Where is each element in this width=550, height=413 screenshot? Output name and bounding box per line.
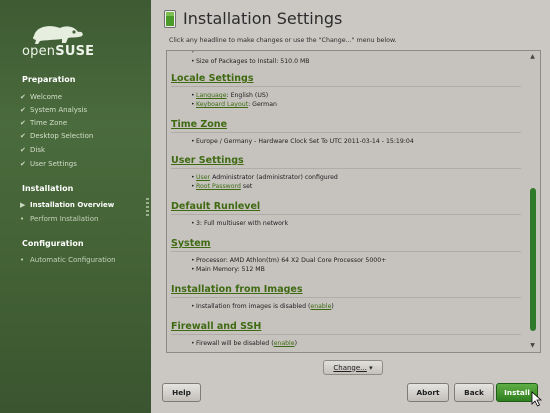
divider: [171, 297, 521, 298]
link-enable-images[interactable]: enable: [310, 303, 331, 310]
list-item: Processor: AMD Athlon(tm) 64 X2 Dual Cor…: [171, 256, 523, 265]
section-user-settings: User Settings User Administrator (admini…: [171, 155, 523, 191]
step-perform-installation: • Perform Installation: [20, 215, 99, 223]
step-system-analysis: ✔ System Analysis: [20, 106, 88, 114]
step-desktop-selection: ✔ Desktop Selection: [20, 132, 94, 140]
section-default-runlevel: Default Runlevel 3: Full multiuser with …: [171, 201, 523, 228]
heading-firewall-ssh[interactable]: Firewall and SSH: [171, 321, 523, 333]
page-subtitle: Click any headline to make changes or us…: [169, 37, 397, 44]
divider: [171, 251, 521, 252]
scrollbar-thumb[interactable]: [530, 188, 536, 331]
arrow-right-icon: ▶: [20, 201, 26, 209]
help-button[interactable]: Help: [162, 383, 201, 402]
divider: [171, 214, 521, 215]
checkmark-icon: ✔: [20, 132, 26, 140]
back-button[interactable]: Back: [454, 383, 494, 402]
bullet-icon: •: [20, 215, 25, 223]
heading-locale-settings[interactable]: Locale Settings: [171, 73, 523, 85]
checkmark-icon: ✔: [20, 119, 26, 127]
step-disk: ✔ Disk: [20, 146, 46, 154]
section-title-installation: Installation: [22, 184, 74, 193]
section-title-configuration: Configuration: [22, 239, 84, 248]
checkmark-icon: ✔: [20, 93, 26, 101]
heading-user-settings[interactable]: User Settings: [171, 155, 523, 167]
list-item: 3: Full multiuser with network: [171, 219, 523, 228]
section-system: System Processor: AMD Athlon(tm) 64 X2 D…: [171, 238, 523, 274]
heading-system[interactable]: System: [171, 238, 523, 250]
checkmark-icon: ✔: [20, 106, 26, 114]
step-user-settings: ✔ User Settings: [20, 160, 77, 168]
sidebar: openSUSE Preparation ✔ Welcome ✔ System An…: [0, 0, 151, 413]
step-automatic-configuration: • Automatic Configuration: [20, 256, 116, 264]
step-installation-overview: ▶ Installation Overview: [20, 201, 115, 209]
step-time-zone: ✔ Time Zone: [20, 119, 68, 127]
main-area: Installation Settings Click any headline…: [151, 0, 550, 413]
list-item: Installation from images is disabled (en…: [171, 302, 523, 311]
sidebar-resize-handle[interactable]: [146, 198, 149, 216]
link-language[interactable]: Language: [196, 92, 227, 99]
section-locale-settings: Locale Settings Language: English (US) K…: [171, 73, 523, 109]
heading-installation-from-images[interactable]: Installation from Images: [171, 284, 523, 296]
section-firewall-ssh: Firewall and SSH Firewall will be disabl…: [171, 321, 523, 348]
list-item: Main Memory: 512 MB: [171, 265, 523, 274]
section-installation-from-images: Installation from Images Installation fr…: [171, 284, 523, 311]
divider: [171, 132, 521, 133]
change-button[interactable]: Change... ▾: [323, 360, 383, 375]
step-welcome: ✔ Welcome: [20, 93, 63, 101]
divider: [171, 86, 521, 87]
list-item: User Administrator (administrator) confi…: [171, 173, 523, 182]
settings-panel: Size of Packages to Install: 510.0 MB Lo…: [166, 50, 541, 353]
list-item: Language: English (US): [171, 91, 523, 100]
link-user[interactable]: User: [196, 174, 210, 181]
link-enable-firewall[interactable]: enable: [274, 340, 295, 347]
vertical-scrollbar[interactable]: ▲ ▼: [527, 53, 538, 350]
heading-time-zone[interactable]: Time Zone: [171, 119, 523, 131]
section-software-partial: Size of Packages to Install: 510.0 MB: [171, 51, 523, 66]
opensuse-logo-text: openSUSE: [22, 44, 95, 59]
document-green-icon: [164, 10, 176, 28]
list-item-package-size: Size of Packages to Install: 510.0 MB: [171, 57, 523, 66]
link-keyboard-layout[interactable]: Keyboard Layout: [196, 101, 248, 108]
section-title-preparation: Preparation: [22, 75, 76, 84]
page-title: Installation Settings: [183, 9, 343, 28]
divider: [171, 334, 521, 335]
section-time-zone: Time Zone Europe / Germany - Hardware Cl…: [171, 119, 523, 146]
arrow-up-icon[interactable]: ▲: [529, 54, 536, 60]
mouse-cursor-icon: [531, 391, 543, 407]
settings-content[interactable]: Size of Packages to Install: 510.0 MB Lo…: [171, 51, 523, 352]
list-item: Europe / Germany - Hardware Clock Set To…: [171, 137, 523, 146]
divider: [171, 168, 521, 169]
link-root-password[interactable]: Root Password: [196, 183, 241, 190]
list-item: Keyboard Layout: German: [171, 100, 523, 109]
list-item: Firewall will be disabled (enable): [171, 339, 523, 348]
checkmark-icon: ✔: [20, 160, 26, 168]
checkmark-icon: ✔: [20, 146, 26, 154]
heading-default-runlevel[interactable]: Default Runlevel: [171, 201, 523, 213]
arrow-down-icon[interactable]: ▼: [529, 343, 536, 349]
list-item: Root Password set: [171, 182, 523, 191]
abort-button[interactable]: Abort: [407, 383, 449, 402]
chevron-down-icon: ▾: [369, 363, 373, 372]
bullet-icon: •: [20, 256, 25, 264]
